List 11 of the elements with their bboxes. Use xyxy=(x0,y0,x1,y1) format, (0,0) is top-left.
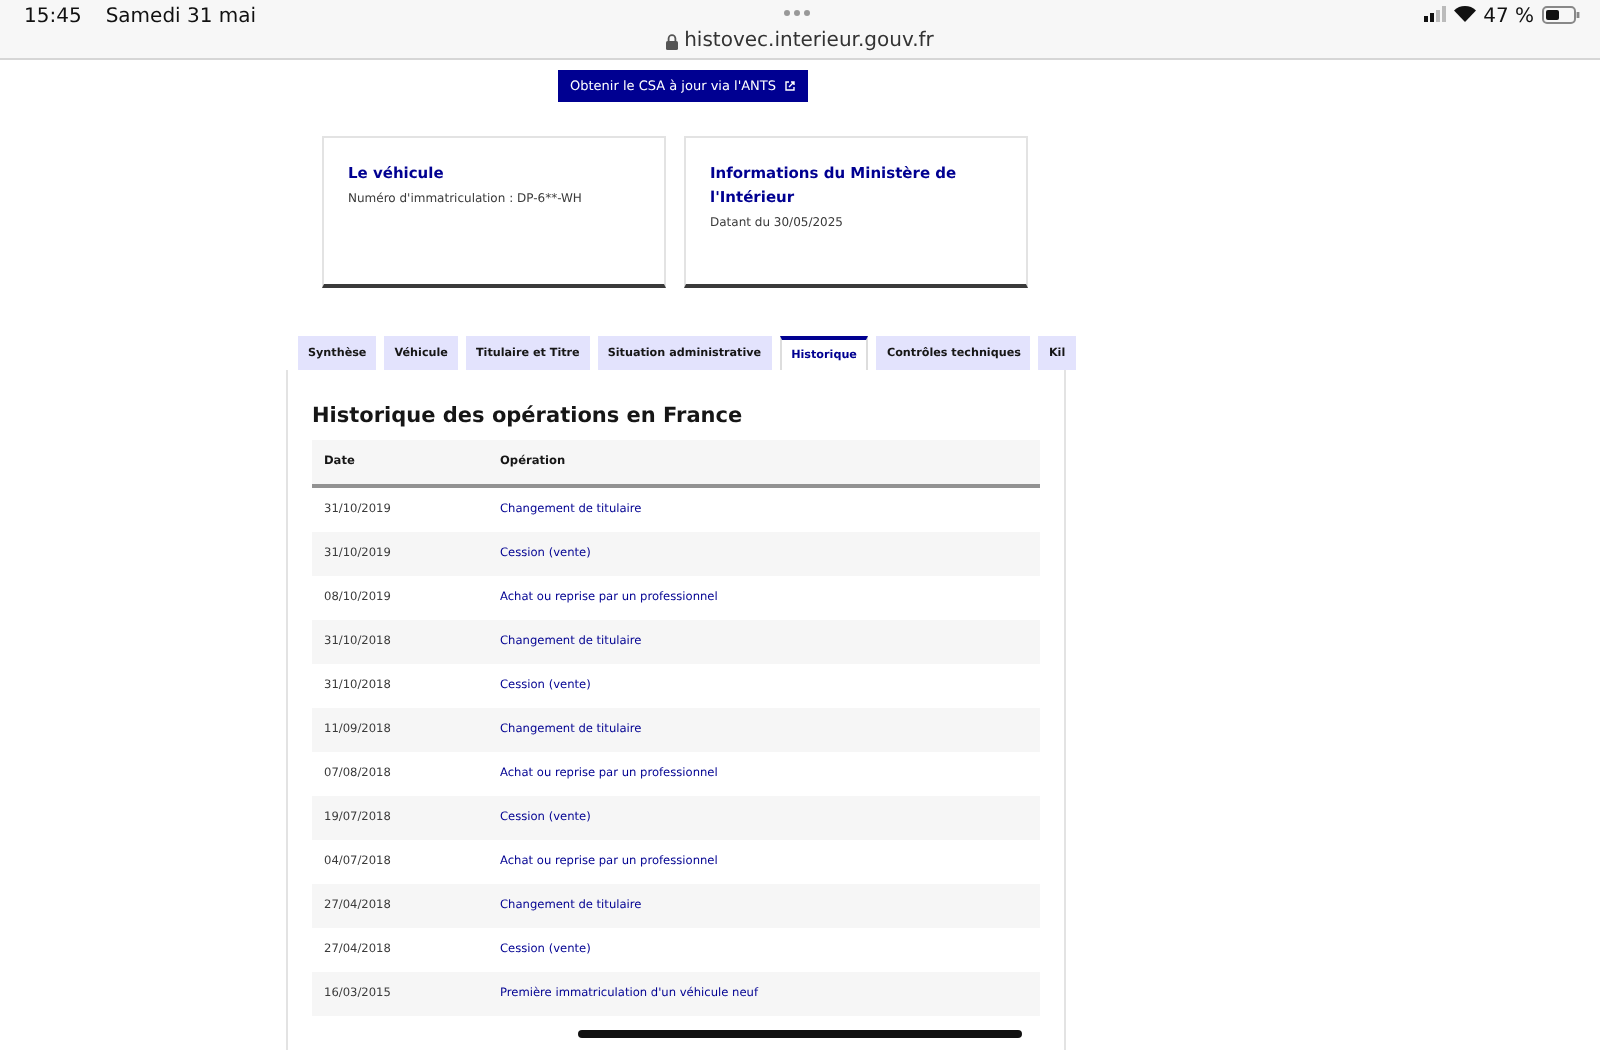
date-text: Samedi 31 mai xyxy=(105,4,257,28)
more-dots-icon[interactable] xyxy=(784,10,810,16)
clock-time: 15:45 xyxy=(24,4,82,28)
section-title: Historique des opérations en France xyxy=(312,404,745,428)
battery-icon xyxy=(1542,6,1580,24)
url-text[interactable]: histovec.interieur.gouv.fr xyxy=(684,30,934,52)
wifi-icon xyxy=(1453,6,1476,22)
external-link-icon xyxy=(784,80,797,92)
battery-percent: 47 % xyxy=(1483,6,1534,28)
lock-icon xyxy=(666,33,679,49)
signal-icon xyxy=(1423,6,1446,22)
